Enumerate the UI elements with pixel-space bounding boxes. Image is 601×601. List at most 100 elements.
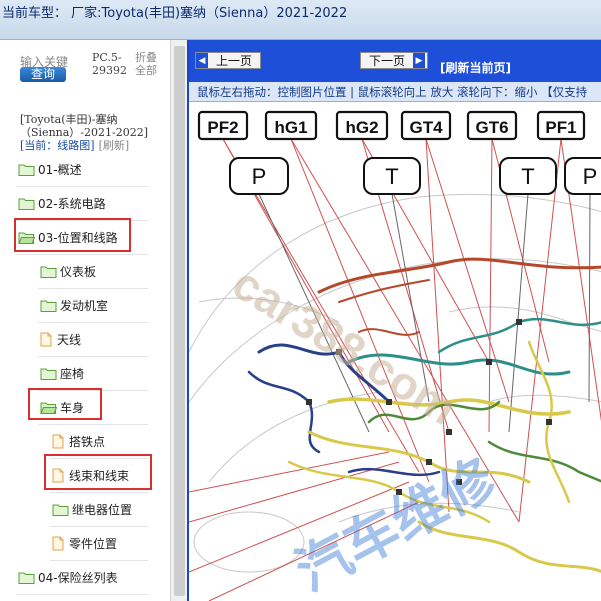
title-bar: 当前车型： 厂家:Toyota(丰田)塞纳（Sienna）2021-2022	[0, 0, 601, 40]
connector-label: PF2	[207, 118, 238, 137]
leader-line	[189, 451, 390, 493]
sidebar: 输入关键 查询 PC.5- 29392 折叠 全部 [Toyota(丰田)-塞纳…	[0, 40, 170, 601]
ground-tag: P	[229, 157, 289, 195]
highlight-box	[44, 454, 152, 490]
connector-box: hG1	[264, 110, 318, 141]
watermark-text: 汽车维修	[286, 446, 507, 601]
tree-item[interactable]: 天线	[40, 328, 81, 350]
sidebar-scrollbar[interactable]	[170, 40, 187, 601]
tree-item[interactable]: 04-保险丝列表	[18, 566, 118, 588]
collapse-all-line2: 全部	[135, 64, 157, 77]
document-icon	[52, 536, 64, 550]
tree-item-label: 继电器位置	[72, 502, 133, 517]
ground-tag: T	[499, 157, 557, 195]
harness-connector	[446, 429, 452, 435]
harness-connector	[546, 419, 552, 425]
connector-labels: PF2 hG1 hG2 GT4 GT6 PF1	[197, 110, 586, 141]
vehicle-info: [Toyota(丰田)-塞纳 （Sienna）-2021-2022]	[20, 113, 170, 139]
tree-item[interactable]: 01-概述	[18, 158, 82, 180]
folder-icon	[40, 368, 57, 380]
tree-item-label: 零件位置	[69, 536, 118, 551]
harness-wire	[317, 257, 601, 294]
tree-item[interactable]: 仪表板	[40, 260, 96, 282]
connector-label: GT6	[475, 118, 508, 137]
leader-line	[488, 138, 493, 433]
tree-item-label: 天线	[57, 332, 82, 347]
tree-item-label: 仪表板	[60, 264, 97, 279]
tree-divider	[38, 322, 148, 323]
tree-divider	[38, 356, 148, 357]
arrow-right-icon: ▶	[413, 53, 426, 68]
document-icon	[52, 434, 64, 448]
viewer-toolbar: ◀ 上一页 下一页 ▶ [刷新当前页]	[189, 40, 601, 82]
tree-item-label: 搭铁点	[69, 434, 106, 449]
harness-wire	[247, 370, 321, 454]
pc-code: PC.5- 29392	[92, 51, 127, 77]
ground-tag-label: P	[252, 164, 267, 189]
harness-connector	[516, 319, 522, 325]
pc-code-line1: PC.5-	[92, 51, 122, 64]
tree-item[interactable]: 继电器位置	[52, 498, 132, 520]
harness-connector	[486, 359, 492, 365]
current-location: [当前：线路图] [刷新]	[20, 137, 129, 153]
usage-hint: 鼠标左右拖动：控制图片位置 | 鼠标滚轮向上 放大 滚轮向下：缩小 【仅支持	[189, 82, 601, 102]
next-page-button[interactable]: 下一页 ▶	[360, 52, 428, 69]
pc-code-line2: 29392	[92, 64, 127, 77]
tree-item[interactable]: 02-系统电路	[18, 192, 106, 214]
current-page-label: [当前：线路图]	[20, 139, 95, 152]
tree-item-label: 发动机室	[60, 298, 109, 313]
tree-item[interactable]: 零件位置	[52, 532, 117, 554]
connector-label: GT4	[409, 118, 443, 137]
folder-icon	[40, 300, 57, 312]
scrollbar-thumb[interactable]	[174, 46, 185, 596]
vehicle-title: 当前车型： 厂家:Toyota(丰田)塞纳（Sienna）2021-2022	[2, 6, 348, 21]
tree-item-label: 04-保险丝列表	[38, 570, 118, 585]
harness-connector	[426, 459, 432, 465]
tree-divider	[16, 254, 148, 255]
collapse-all-line1: 折叠	[135, 51, 157, 64]
tree-divider	[50, 526, 148, 527]
connector-box: GT4	[400, 110, 452, 141]
ground-tag-label: P	[583, 164, 598, 189]
ground-tag-label: T	[521, 164, 534, 189]
folder-icon	[18, 198, 35, 210]
wiring-diagram[interactable]: car388.com 汽车维修 P T T P PF2 hG1 hG2 GT4 GT6 PF1	[189, 102, 601, 601]
watermarks: car388.com汽车维修	[224, 256, 507, 601]
refresh-page-button[interactable]: [刷新当前页]	[440, 59, 511, 76]
harness-wire	[487, 440, 601, 483]
ground-tag-label: T	[385, 164, 398, 189]
tree-divider	[38, 288, 148, 289]
tree-item[interactable]: 座椅	[40, 362, 84, 384]
ground-tags: PTTP	[229, 157, 601, 195]
folder-icon	[18, 164, 35, 176]
leader-line	[518, 138, 562, 523]
connector-label: PF1	[545, 118, 576, 137]
diagram-viewer: ◀ 上一页 下一页 ▶ [刷新当前页] 鼠标左右拖动：控制图片位置 | 鼠标滚轮…	[187, 40, 601, 601]
tree-item[interactable]: 发动机室	[40, 294, 108, 316]
harness-connector	[306, 399, 312, 405]
tree-item[interactable]: 搭铁点	[52, 430, 105, 452]
tree-item-label: 02-系统电路	[38, 196, 106, 211]
next-page-label: 下一页	[369, 54, 406, 68]
folder-icon	[52, 504, 69, 516]
prev-page-button[interactable]: ◀ 上一页	[195, 52, 261, 69]
connector-box: GT6	[466, 110, 518, 141]
tree-divider	[38, 424, 148, 425]
tree-item-label: 座椅	[60, 366, 85, 381]
arrow-left-icon: ◀	[196, 53, 208, 68]
tree-item-label: 01-概述	[38, 162, 82, 177]
ground-tag: P	[564, 157, 601, 195]
refresh-link[interactable]: [刷新]	[99, 139, 130, 152]
connector-box: PF1	[536, 110, 586, 141]
tree-divider	[50, 492, 148, 493]
connector-box: hG2	[335, 110, 389, 141]
folder-icon	[40, 266, 57, 278]
folder-icon	[18, 572, 35, 584]
document-icon	[40, 332, 52, 346]
vehicle-info-line1: [Toyota(丰田)-塞纳	[20, 113, 118, 126]
connector-label: hG2	[345, 118, 378, 137]
ground-tag: T	[363, 157, 421, 195]
search-button[interactable]: 查询	[20, 67, 66, 82]
collapse-all-button[interactable]: 折叠 全部	[135, 51, 157, 77]
tree-divider	[16, 186, 148, 187]
